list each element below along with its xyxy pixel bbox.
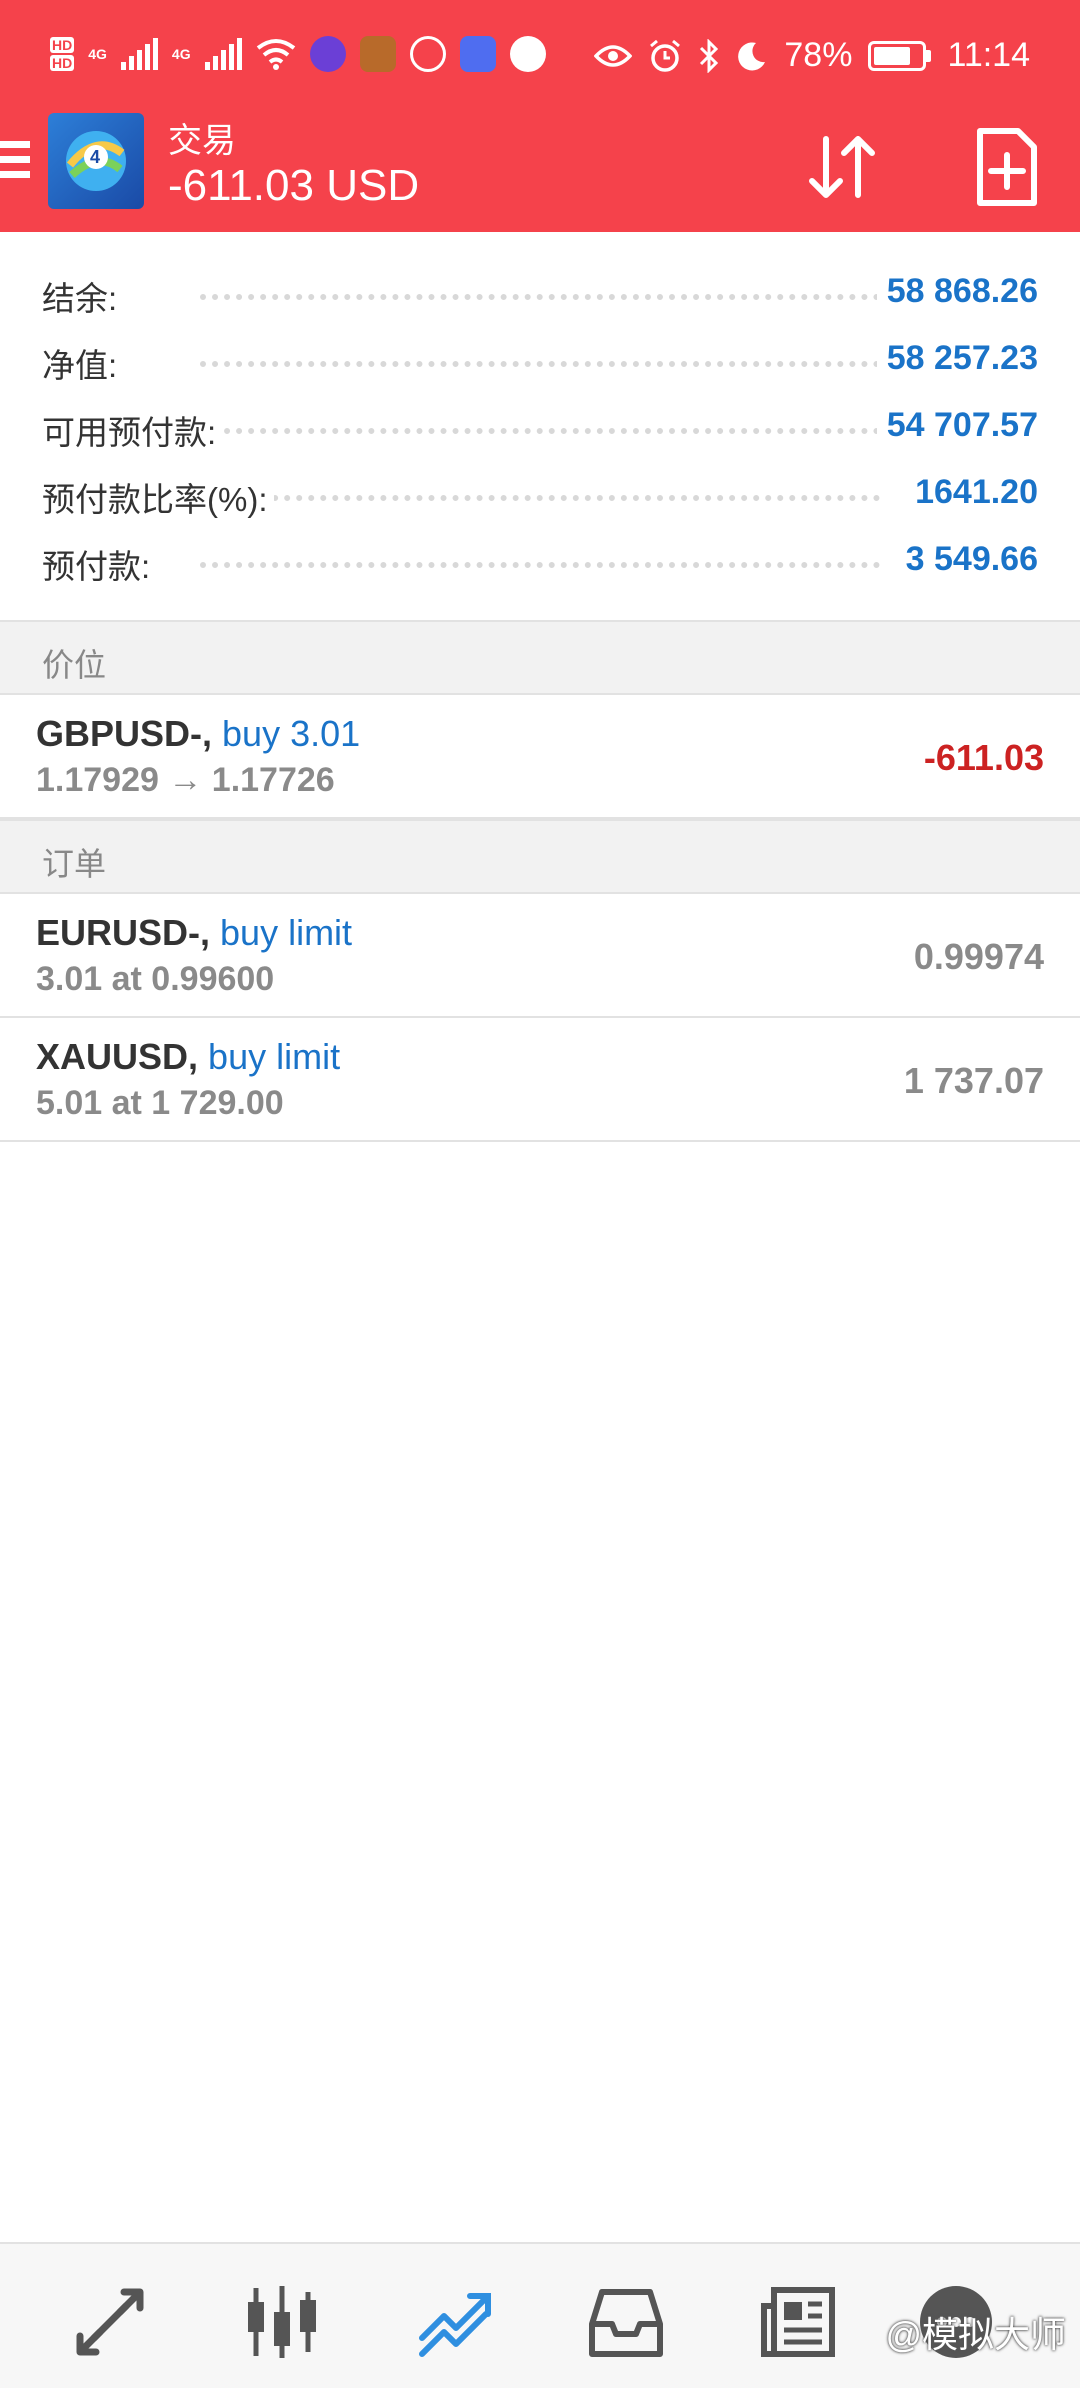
order-operation: buy limit: [220, 912, 353, 953]
clock: 11:14: [947, 36, 1030, 74]
status-bar: HD HD 4G 4G 78% 11:14: [0, 0, 1080, 105]
summary-row-margin-level: 预付款比率(%): 1641.20: [0, 463, 1080, 530]
equity-value: 58 257.23: [876, 339, 1038, 378]
order-current-price: 0.99974: [913, 936, 1044, 977]
battery-percent: 78%: [784, 36, 853, 74]
app-bar: 4 交易 -611.03 USD: [0, 105, 1080, 232]
balance-label: 结余:: [42, 272, 124, 320]
trade-icon[interactable]: [414, 2282, 494, 2362]
order-symbol: EURUSD-,: [36, 912, 211, 953]
svg-text:4: 4: [90, 147, 100, 167]
order-current-price: 1 737.07: [903, 1060, 1044, 1101]
equity-label: 净值:: [42, 339, 124, 387]
page-title: 交易: [168, 122, 236, 160]
order-symbol-line: XAUUSD, buy limit: [36, 1036, 340, 1078]
quotes-icon[interactable]: [70, 2282, 150, 2362]
margin-label: 预付款:: [42, 540, 157, 588]
position-symbol: GBPUSD-,: [36, 713, 213, 754]
wechat-icon: [409, 36, 446, 72]
hd-indicator: HD HD: [50, 37, 75, 71]
menu-icon[interactable]: [0, 141, 30, 187]
signal-icon-2: [204, 38, 242, 70]
status-left: HD HD 4G 4G: [50, 36, 546, 72]
positions-section-header: 价位: [0, 620, 1080, 695]
alarm-icon: [650, 39, 681, 72]
dotted-leader: [200, 294, 880, 300]
margin-level-value: 1641.20: [905, 473, 1038, 512]
dotted-leader: [200, 495, 880, 501]
floating-profit: -611.03 USD: [168, 161, 420, 210]
charts-icon[interactable]: [242, 2282, 322, 2362]
music-icon: [459, 36, 496, 72]
watermark: @模拟大师: [885, 2314, 1066, 2355]
browser-icon: [509, 36, 546, 72]
sort-icon[interactable]: [800, 125, 884, 209]
order-symbol: XAUUSD,: [36, 1036, 199, 1077]
app-notification-icon: [309, 36, 346, 72]
eye-icon: [594, 44, 633, 67]
game-notification-icon: [359, 36, 396, 72]
dotted-leader: [200, 428, 880, 434]
battery-icon: [868, 40, 932, 71]
margin-level-label: 预付款比率(%):: [42, 473, 274, 521]
orders-section-header: 订单: [0, 819, 1080, 894]
order-volume-price: 3.01 at 0.99600: [36, 960, 275, 998]
bottom-navigation: @模拟大师: [0, 2242, 1080, 2388]
summary-row-balance: 结余: 58 868.26: [0, 262, 1080, 329]
summary-row-free-margin: 可用预付款: 54 707.57: [0, 396, 1080, 463]
free-margin-value: 54 707.57: [876, 406, 1038, 445]
summary-row-equity: 净值: 58 257.23: [0, 329, 1080, 396]
signal-icon-1: [120, 38, 158, 70]
new-order-icon[interactable]: [964, 125, 1048, 209]
account-summary: 结余: 58 868.26 净值: 58 257.23 可用预付款: 54 70…: [0, 262, 1080, 597]
network-type-2: 4G: [171, 46, 191, 62]
order-symbol-line: EURUSD-, buy limit: [36, 912, 352, 954]
summary-row-margin: 预付款: 3 549.66: [0, 530, 1080, 597]
dotted-leader: [200, 361, 880, 367]
position-symbol-line: GBPUSD-, buy 3.01: [36, 713, 360, 755]
wifi-icon: [256, 39, 295, 70]
history-icon[interactable]: [586, 2282, 666, 2362]
position-profit: -611.03: [923, 737, 1044, 778]
position-row[interactable]: GBPUSD-, buy 3.01 1.17929 → 1.17726 -611…: [0, 695, 1080, 819]
order-volume-price: 5.01 at 1 729.00: [36, 1084, 284, 1122]
dotted-leader: [200, 562, 880, 568]
position-operation: buy 3.01: [222, 713, 361, 754]
bluetooth-icon: [700, 38, 719, 73]
order-operation: buy limit: [208, 1036, 341, 1077]
top-bar: HD HD 4G 4G 78% 11:14 4 交易 -611.03 USD: [0, 0, 1080, 232]
moon-icon: [738, 41, 766, 70]
status-right: 78% 11:14: [594, 36, 1030, 75]
order-row[interactable]: EURUSD-, buy limit 3.01 at 0.99600 0.999…: [0, 894, 1080, 1018]
news-icon[interactable]: [758, 2282, 838, 2362]
margin-value: 3 549.66: [895, 540, 1038, 579]
order-row[interactable]: XAUUSD, buy limit 5.01 at 1 729.00 1 737…: [0, 1018, 1080, 1142]
metatrader-logo: 4: [48, 113, 144, 209]
network-type-1: 4G: [88, 46, 107, 62]
position-price-change: 1.17929 → 1.17726: [36, 761, 335, 799]
free-margin-label: 可用预付款:: [42, 406, 223, 454]
balance-value: 58 868.26: [876, 272, 1038, 311]
